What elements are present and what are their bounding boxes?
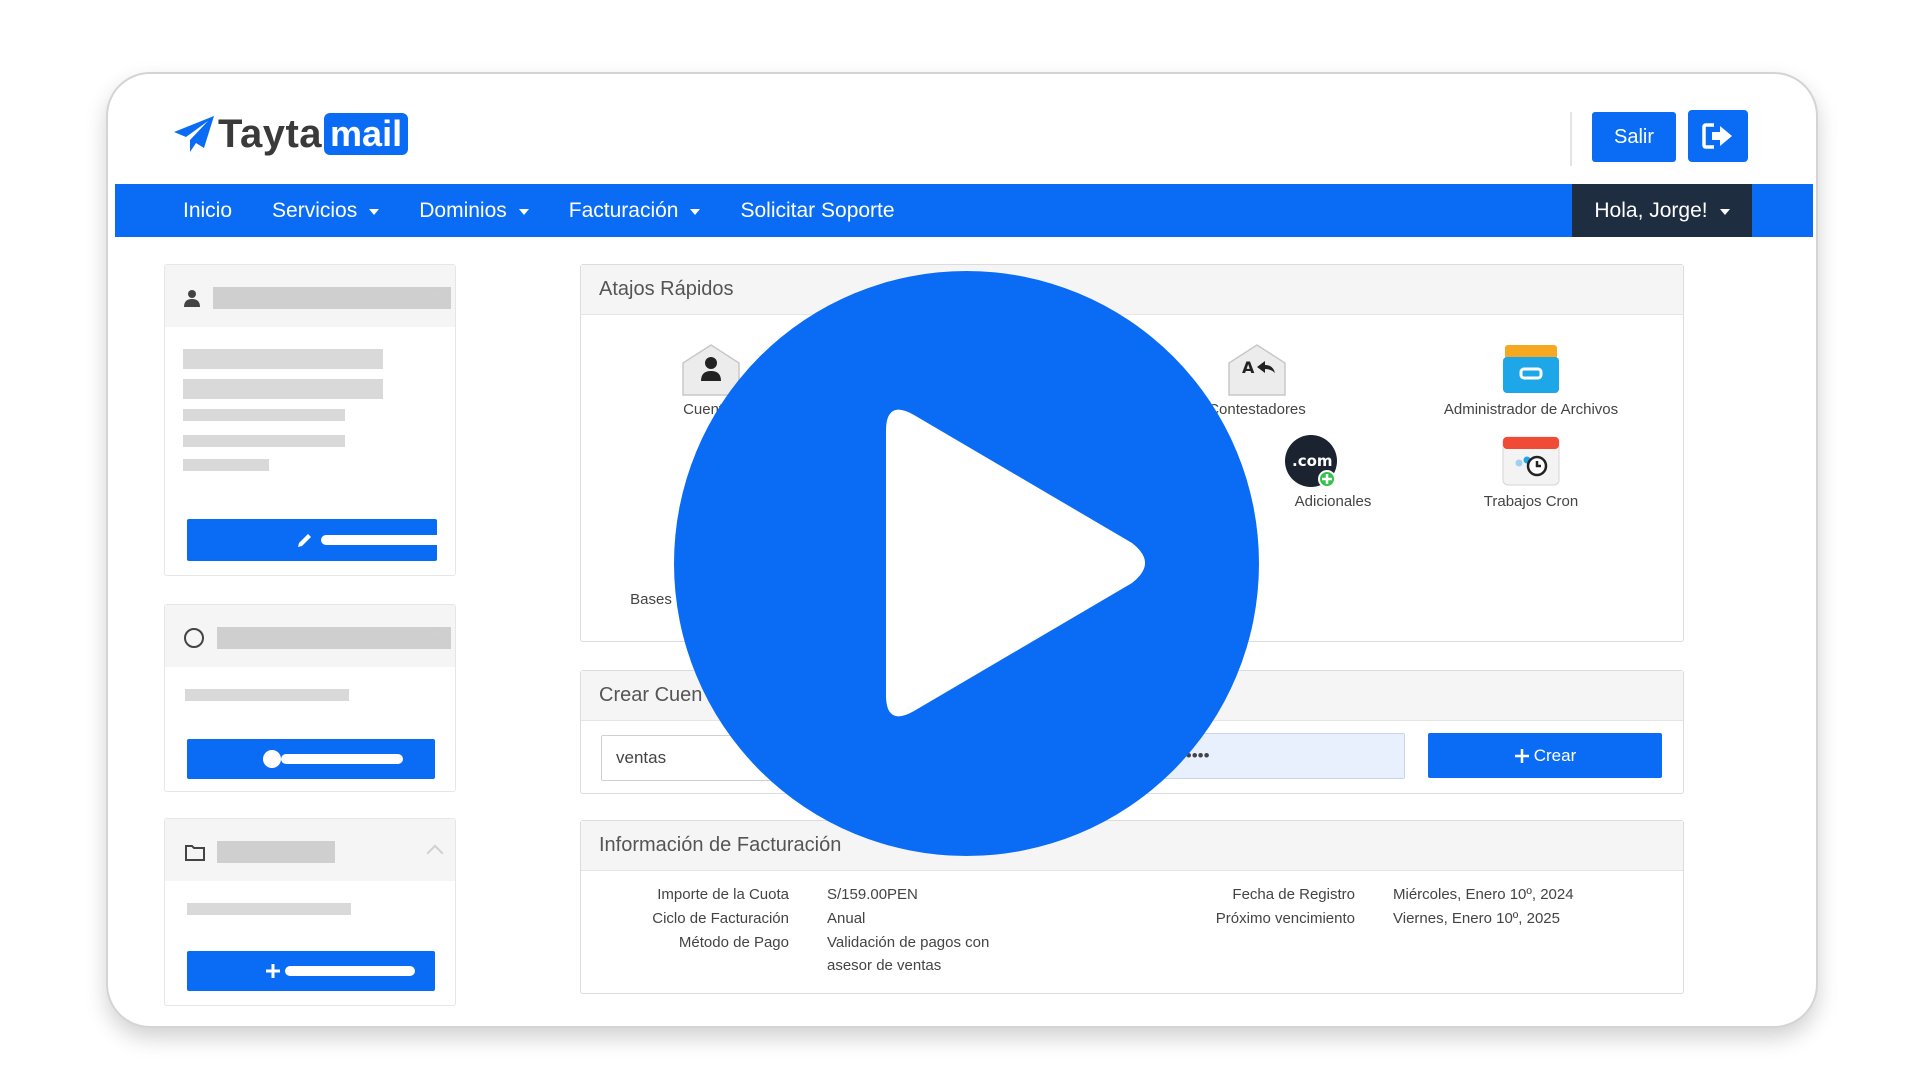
sidebar-card-header	[165, 265, 455, 327]
folder-icon	[185, 845, 205, 861]
create-account-button[interactable]: Crear	[1428, 733, 1662, 778]
nav-label: Servicios	[272, 198, 358, 222]
add-button[interactable]	[187, 951, 435, 991]
user-greeting: Hola, Jorge!	[1594, 198, 1708, 222]
user-icon	[184, 290, 200, 307]
sign-out-icon-button[interactable]	[1688, 110, 1748, 162]
user-menu[interactable]: Hola, Jorge!	[1572, 184, 1752, 237]
nav-label: Dominios	[419, 198, 507, 222]
placeholder-bar	[183, 349, 383, 369]
placeholder-bar	[321, 535, 445, 545]
shortcut-trabajos-cron[interactable]: Trabajos Cron	[1461, 433, 1601, 510]
shortcut-label: Bases	[630, 591, 672, 608]
logout-button[interactable]: Salir	[1592, 112, 1676, 162]
main-nav: Inicio Servicios Dominios Facturación So…	[115, 184, 1813, 237]
nav-label: Solicitar Soporte	[740, 198, 895, 222]
billing-value: Miércoles, Enero 10º, 2024	[1393, 886, 1574, 903]
sidebar-card-header	[165, 819, 455, 881]
chevron-up-icon[interactable]	[426, 844, 444, 862]
sidebar-card-header	[165, 605, 455, 667]
nav-item-inicio[interactable]: Inicio	[183, 199, 232, 223]
file-manager-icon	[1503, 345, 1559, 393]
placeholder-bar	[183, 459, 269, 471]
placeholder-bar	[187, 903, 351, 915]
placeholder-bar	[285, 966, 415, 976]
placeholder-bar	[185, 689, 349, 701]
logo-text-tayta: Tayta	[218, 111, 323, 156]
shortcut-file-manager[interactable]: Administrador de Archivos	[1411, 341, 1651, 418]
sign-out-icon	[1702, 123, 1732, 149]
circle-icon	[263, 750, 281, 768]
nav-item-facturacion[interactable]: Facturación	[569, 199, 701, 223]
paper-plane-icon	[174, 116, 214, 152]
billing-label: Importe de la Cuota	[657, 886, 789, 903]
username-value: ventas	[616, 748, 667, 767]
billing-value: Validación de pagos con asesor de ventas	[827, 934, 990, 974]
billing-label: Próximo vencimiento	[1215, 910, 1355, 927]
placeholder-bar	[183, 435, 345, 447]
cron-calendar-icon	[1502, 436, 1560, 486]
billing-value: S/159.00PEN	[827, 886, 918, 903]
placeholder-bar	[183, 379, 383, 399]
nav-label: Facturación	[568, 198, 679, 222]
logo-text-mail: mail	[324, 113, 409, 155]
nav-item-soporte[interactable]: Solicitar Soporte	[740, 199, 894, 223]
placeholder-bar	[281, 754, 403, 764]
sidebar-card-status	[164, 604, 456, 792]
create-label: Crear	[1533, 745, 1577, 765]
plus-icon	[266, 964, 280, 978]
domain-add-icon: .com	[1285, 435, 1337, 488]
sidebar-card-profile	[164, 264, 456, 576]
billing-value: Anual	[827, 910, 866, 927]
billing-label: Ciclo de Facturación	[652, 910, 789, 927]
header: Tayta mail Salir	[108, 74, 1816, 184]
pencil-icon	[298, 534, 311, 547]
circle-icon	[184, 628, 204, 648]
sidebar-card-files	[164, 818, 456, 1006]
caret-down-icon	[369, 208, 380, 215]
svg-text:.com: .com	[1292, 452, 1333, 470]
status-action-button[interactable]	[187, 739, 435, 779]
video-play-button[interactable]	[674, 271, 1259, 856]
logo[interactable]: Tayta mail	[172, 110, 409, 158]
shortcut-label: Administrador de Archivos	[1443, 401, 1619, 418]
placeholder-bar	[217, 841, 335, 863]
shortcut-label: Trabajos Cron	[1483, 493, 1579, 510]
shortcut-bases[interactable]: Bases	[621, 591, 681, 608]
billing-label: Fecha de Registro	[1232, 886, 1355, 903]
plus-icon	[1514, 748, 1529, 763]
edit-profile-button[interactable]	[187, 519, 445, 561]
nav-item-servicios[interactable]: Servicios	[272, 198, 380, 223]
caret-down-icon	[518, 208, 529, 215]
caret-down-icon	[1719, 208, 1730, 215]
placeholder-bar	[217, 627, 451, 649]
billing-label: Método de Pago	[678, 934, 789, 951]
nav-item-dominios[interactable]: Dominios	[419, 199, 529, 223]
placeholder-bar	[183, 409, 345, 421]
billing-value: Viernes, Enero 10º, 2025	[1393, 910, 1560, 927]
caret-down-icon	[690, 208, 701, 215]
header-divider	[1570, 112, 1572, 166]
nav-label: Inicio	[183, 198, 233, 222]
app-screenshot-frame: Tayta mail Salir Inicio Servicios Domini…	[106, 72, 1818, 1028]
placeholder-bar	[213, 287, 451, 309]
